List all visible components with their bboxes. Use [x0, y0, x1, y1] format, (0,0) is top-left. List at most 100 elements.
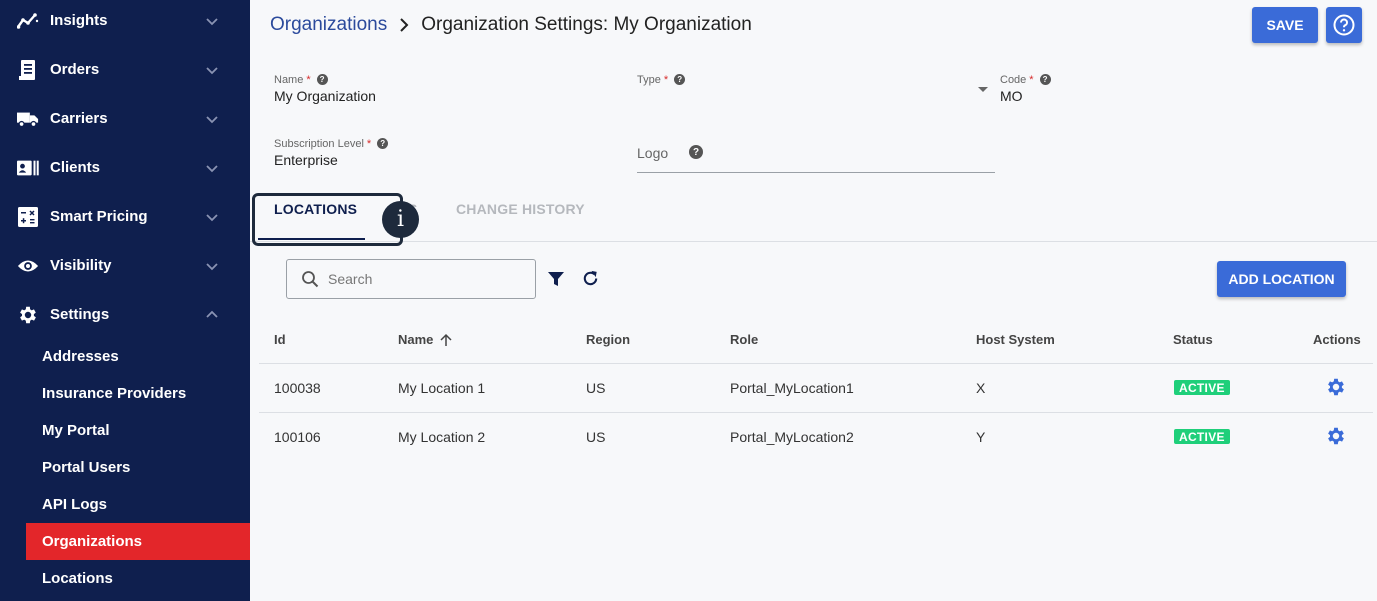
chevron-down-icon — [206, 213, 218, 221]
required-marker: * — [663, 73, 669, 86]
calculator-icon — [17, 206, 39, 228]
sidebar-item-orders[interactable]: Orders — [0, 45, 250, 94]
info-icon[interactable]: i — [382, 201, 419, 238]
column-header-region[interactable]: Region — [586, 332, 630, 347]
sidebar-item-clients[interactable]: Clients — [0, 143, 250, 192]
breadcrumb-organizations-link[interactable]: Organizations — [270, 14, 387, 36]
main-content: Organizations Organization Settings: My … — [250, 0, 1377, 601]
sidebar-subitem-portal-users[interactable]: Portal Users — [26, 449, 250, 486]
help-circle-icon[interactable]: ? — [316, 74, 328, 85]
search-field[interactable] — [286, 259, 536, 299]
sidebar-subitem-addresses[interactable]: Addresses — [26, 338, 250, 375]
sidebar: Insights Orders Carriers Clients Smart P… — [0, 0, 250, 601]
help-circle-icon[interactable]: ? — [674, 74, 686, 85]
breadcrumb: Organizations Organization Settings: My … — [270, 14, 752, 36]
required-marker: * — [306, 73, 311, 86]
sidebar-item-label: Insights — [50, 12, 108, 29]
logo-placeholder: Logo — [637, 145, 669, 161]
chevron-right-icon — [400, 18, 409, 32]
cell-host-system: Y — [976, 429, 986, 445]
truck-icon — [17, 108, 39, 130]
code-value: MO — [1000, 88, 1023, 104]
sidebar-subitem-my-portal[interactable]: My Portal — [26, 412, 250, 449]
column-header-id[interactable]: Id — [274, 332, 286, 347]
receipt-icon — [17, 59, 39, 81]
contact-card-icon — [17, 157, 39, 179]
cell-id: 100106 — [274, 429, 321, 445]
cell-name: My Location 2 — [398, 429, 486, 445]
sidebar-subitem-api-logs[interactable]: API Logs — [26, 486, 250, 523]
tab-change-history[interactable]: CHANGE HISTORY — [456, 201, 585, 231]
column-header-name[interactable]: Name — [398, 332, 453, 347]
name-value: My Organization — [274, 88, 376, 104]
row-settings-gear-icon[interactable] — [1325, 376, 1347, 398]
chevron-down-icon — [206, 164, 218, 172]
type-label: Type — [637, 73, 661, 86]
help-circle-icon[interactable]: ? — [1039, 74, 1051, 85]
search-input[interactable] — [328, 269, 518, 289]
page-title: Organization Settings: My Organization — [421, 14, 752, 35]
subscription-level-field[interactable]: Subscription Level *? Enterprise — [274, 137, 389, 168]
sidebar-item-insights[interactable]: Insights — [0, 0, 250, 45]
help-circle-icon[interactable]: ? — [377, 138, 389, 149]
sidebar-item-settings[interactable]: Settings — [0, 290, 250, 339]
table-divider — [259, 363, 1373, 364]
cell-host-system: X — [976, 380, 986, 396]
chevron-down-icon — [206, 262, 218, 270]
subscription-label: Subscription Level — [274, 137, 364, 150]
cell-region: US — [586, 429, 606, 445]
add-location-button[interactable]: ADD LOCATION — [1217, 261, 1346, 297]
code-field[interactable]: Code *? MO — [1000, 73, 1051, 104]
column-header-label: Name — [398, 332, 434, 347]
chevron-down-icon — [206, 17, 218, 25]
column-header-role[interactable]: Role — [730, 332, 758, 347]
tabs-divider — [250, 241, 1377, 242]
column-header-host-system[interactable]: Host System — [976, 332, 1055, 347]
cell-role: Portal_MyLocation1 — [730, 380, 854, 396]
filter-icon[interactable] — [547, 270, 565, 288]
name-field[interactable]: Name *? My Organization — [274, 73, 376, 105]
sort-arrow-up-icon — [440, 333, 452, 346]
help-circle-icon[interactable]: ? — [689, 145, 703, 159]
code-label: Code — [1000, 73, 1027, 86]
status-badge: ACTIVE — [1174, 429, 1230, 444]
column-header-status[interactable]: Status — [1173, 332, 1213, 347]
eye-icon — [17, 255, 39, 277]
subscription-value: Enterprise — [274, 152, 338, 168]
dropdown-arrow-icon[interactable] — [978, 87, 988, 92]
search-icon — [302, 271, 319, 288]
chart-line-icon — [17, 10, 39, 32]
save-button[interactable]: SAVE — [1252, 7, 1318, 43]
sidebar-item-label: Clients — [50, 159, 101, 176]
logo-field[interactable]: Logo ? — [637, 140, 995, 173]
chevron-down-icon — [206, 66, 218, 74]
chevron-up-icon — [206, 310, 218, 318]
row-settings-gear-icon[interactable] — [1325, 425, 1347, 447]
sidebar-item-label: Carriers — [50, 110, 108, 127]
table-divider — [259, 412, 1373, 413]
cell-region: US — [586, 380, 606, 396]
gear-icon — [17, 304, 39, 326]
cell-id: 100038 — [274, 380, 321, 396]
column-header-actions: Actions — [1313, 332, 1361, 347]
cell-role: Portal_MyLocation2 — [730, 429, 854, 445]
sidebar-item-label: Settings — [50, 306, 110, 323]
required-marker: * — [1029, 73, 1034, 86]
sidebar-item-label: Smart Pricing — [50, 208, 148, 225]
sidebar-item-smart-pricing[interactable]: Smart Pricing — [0, 192, 250, 241]
help-icon — [1333, 14, 1355, 36]
sidebar-item-label: Orders — [50, 61, 100, 78]
sidebar-subitem-locations[interactable]: Locations — [26, 560, 250, 597]
sidebar-item-label: Visibility — [50, 257, 112, 274]
name-label: Name — [274, 73, 304, 86]
sidebar-item-carriers[interactable]: Carriers — [0, 94, 250, 143]
sidebar-subitem-organizations[interactable]: Organizations — [26, 523, 250, 560]
refresh-icon[interactable] — [581, 269, 600, 288]
type-field[interactable]: Type *? — [637, 73, 995, 88]
status-badge: ACTIVE — [1174, 380, 1230, 395]
chevron-down-icon — [206, 115, 218, 123]
sidebar-item-visibility[interactable]: Visibility — [0, 241, 250, 290]
sidebar-subitem-insurance-providers[interactable]: Insurance Providers — [26, 375, 250, 412]
help-button[interactable] — [1326, 7, 1362, 43]
tab-focus-outline — [252, 193, 403, 246]
